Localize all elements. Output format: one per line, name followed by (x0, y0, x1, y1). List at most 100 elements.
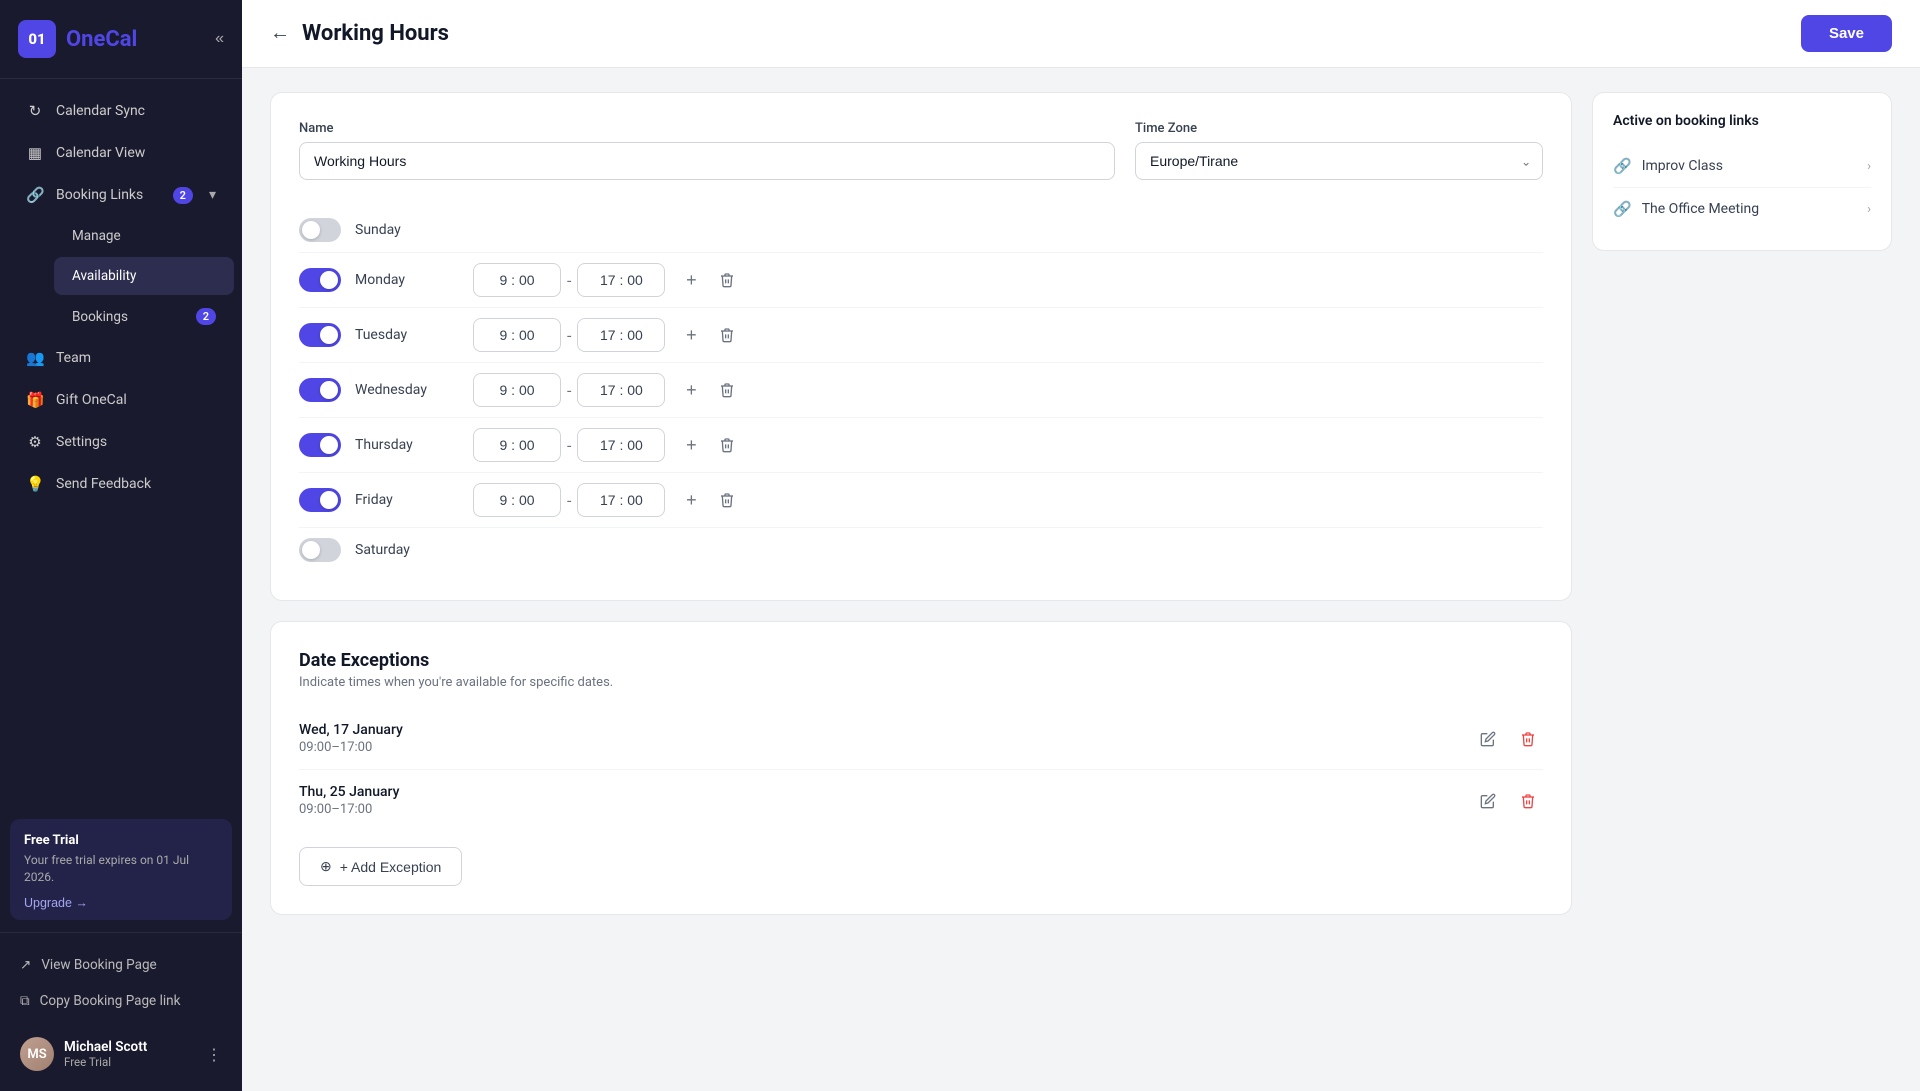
exception-actions-exc2 (1473, 786, 1543, 816)
sidebar-item-availability[interactable]: Availability (54, 257, 234, 295)
time-group-tuesday: - (473, 318, 665, 352)
booking-links-submenu: Manage Availability Bookings 2 (0, 217, 242, 336)
copy-booking-link[interactable]: ⧉ Copy Booking Page link (8, 983, 234, 1019)
edit-exception-exc1[interactable] (1473, 724, 1503, 754)
delete-time-slot-tuesday[interactable] (713, 321, 741, 349)
toggle-saturday[interactable] (299, 538, 341, 562)
timezone-select[interactable]: Europe/Tirane (1135, 142, 1543, 180)
exception-row-exc1: Wed, 17 January 09:00–17:00 (299, 708, 1543, 770)
main-area: ← Working Hours Save Name Time Zone (242, 0, 1920, 1091)
add-time-slot-monday[interactable]: + (677, 266, 705, 294)
booking-links-icon: 🔗 (26, 186, 44, 204)
sidebar-item-calendar-view[interactable]: ▦ Calendar View (8, 133, 234, 173)
end-time-friday[interactable] (577, 483, 665, 517)
start-time-wednesday[interactable] (473, 373, 561, 407)
exceptions-card: Date Exceptions Indicate times when you'… (270, 621, 1572, 915)
delete-time-slot-wednesday[interactable] (713, 376, 741, 404)
calendar-sync-icon: ↻ (26, 102, 44, 120)
toggle-friday[interactable] (299, 488, 341, 512)
booking-link-improv[interactable]: 🔗 Improv Class › (1613, 145, 1871, 188)
day-name-thursday: Thursday (355, 437, 465, 453)
right-panel: Active on booking links 🔗 Improv Class ›… (1592, 92, 1892, 1067)
add-time-slot-tuesday[interactable]: + (677, 321, 705, 349)
add-exception-label: + Add Exception (340, 859, 442, 875)
user-menu-button[interactable]: ⋮ (206, 1045, 222, 1064)
timezone-select-wrapper: Europe/Tirane (1135, 142, 1543, 180)
sidebar-item-gift[interactable]: 🎁 Gift OneCal (8, 380, 234, 420)
toggle-knob-sunday (302, 221, 320, 239)
toggle-knob-thursday (320, 436, 338, 454)
day-name-saturday: Saturday (355, 542, 465, 558)
end-time-wednesday[interactable] (577, 373, 665, 407)
form-row: Name Time Zone Europe/Tirane (299, 121, 1543, 180)
exceptions-title: Date Exceptions (299, 650, 1543, 671)
exceptions-header: Date Exceptions Indicate times when you'… (299, 650, 1543, 690)
end-time-tuesday[interactable] (577, 318, 665, 352)
add-time-slot-friday[interactable]: + (677, 486, 705, 514)
day-row-tuesday: Tuesday - + (299, 308, 1543, 363)
start-time-monday[interactable] (473, 263, 561, 297)
booking-links-chevron: ▾ (209, 187, 216, 203)
toggle-knob-monday (320, 271, 338, 289)
team-icon: 👥 (26, 349, 44, 367)
delete-exception-exc2[interactable] (1513, 786, 1543, 816)
toggle-thursday[interactable] (299, 433, 341, 457)
exception-info-exc1: Wed, 17 January 09:00–17:00 (299, 722, 1473, 755)
bookings-badge: 2 (196, 308, 216, 325)
exception-row-exc2: Thu, 25 January 09:00–17:00 (299, 770, 1543, 831)
sidebar-nav: ↻ Calendar Sync ▦ Calendar View 🔗 Bookin… (0, 79, 242, 807)
sidebar-item-feedback[interactable]: 💡 Send Feedback (8, 464, 234, 504)
logo-text: OneCal (66, 27, 137, 52)
sidebar-item-bookings[interactable]: Bookings 2 (54, 297, 234, 336)
sidebar-item-manage[interactable]: Manage (54, 217, 234, 255)
collapse-button[interactable]: « (215, 30, 224, 48)
save-button[interactable]: Save (1801, 15, 1892, 52)
sidebar-item-calendar-sync[interactable]: ↻ Calendar Sync (8, 91, 234, 131)
time-actions-thursday: + (677, 431, 741, 459)
delete-time-slot-friday[interactable] (713, 486, 741, 514)
add-exception-button[interactable]: ⊕ + Add Exception (299, 847, 462, 886)
name-input[interactable] (299, 142, 1115, 180)
time-group-friday: - (473, 483, 665, 517)
exception-time-exc2: 09:00–17:00 (299, 802, 1473, 817)
start-time-tuesday[interactable] (473, 318, 561, 352)
toggle-wednesday[interactable] (299, 378, 341, 402)
edit-exception-exc2[interactable] (1473, 786, 1503, 816)
view-booking-link[interactable]: ↗ View Booking Page (8, 947, 234, 983)
add-time-slot-wednesday[interactable]: + (677, 376, 705, 404)
logo-badge: 01 (18, 20, 56, 58)
toggle-sunday[interactable] (299, 218, 341, 242)
link-name-office: The Office Meeting (1642, 201, 1867, 217)
delete-time-slot-monday[interactable] (713, 266, 741, 294)
upgrade-button[interactable]: Upgrade → (24, 896, 88, 910)
end-time-thursday[interactable] (577, 428, 665, 462)
start-time-friday[interactable] (473, 483, 561, 517)
exception-date-exc1: Wed, 17 January (299, 722, 1473, 738)
back-button[interactable]: ← (270, 22, 290, 45)
copy-icon: ⧉ (20, 993, 30, 1009)
toggle-monday[interactable] (299, 268, 341, 292)
time-group-monday: - (473, 263, 665, 297)
bottom-links: ↗ View Booking Page ⧉ Copy Booking Page … (8, 943, 234, 1023)
day-name-sunday: Sunday (355, 222, 465, 238)
delete-exception-exc1[interactable] (1513, 724, 1543, 754)
link-icon-office: 🔗 (1613, 200, 1632, 218)
booking-links-list: 🔗 Improv Class › 🔗 The Office Meeting › (1613, 145, 1871, 230)
add-time-slot-thursday[interactable]: + (677, 431, 705, 459)
calendar-view-icon: ▦ (26, 144, 44, 162)
start-time-thursday[interactable] (473, 428, 561, 462)
sidebar-item-team[interactable]: 👥 Team (8, 338, 234, 378)
link-chevron-improv: › (1867, 159, 1871, 174)
feedback-icon: 💡 (26, 475, 44, 493)
sidebar-item-settings[interactable]: ⚙ Settings (8, 422, 234, 462)
booking-link-office[interactable]: 🔗 The Office Meeting › (1613, 188, 1871, 230)
delete-time-slot-thursday[interactable] (713, 431, 741, 459)
name-group: Name (299, 121, 1115, 180)
end-time-monday[interactable] (577, 263, 665, 297)
day-name-wednesday: Wednesday (355, 382, 465, 398)
user-plan: Free Trial (64, 1055, 196, 1069)
sidebar-item-booking-links[interactable]: 🔗 Booking Links 2 ▾ (8, 175, 234, 215)
link-icon-improv: 🔗 (1613, 157, 1632, 175)
toggle-tuesday[interactable] (299, 323, 341, 347)
day-row-saturday: Saturday (299, 528, 1543, 572)
